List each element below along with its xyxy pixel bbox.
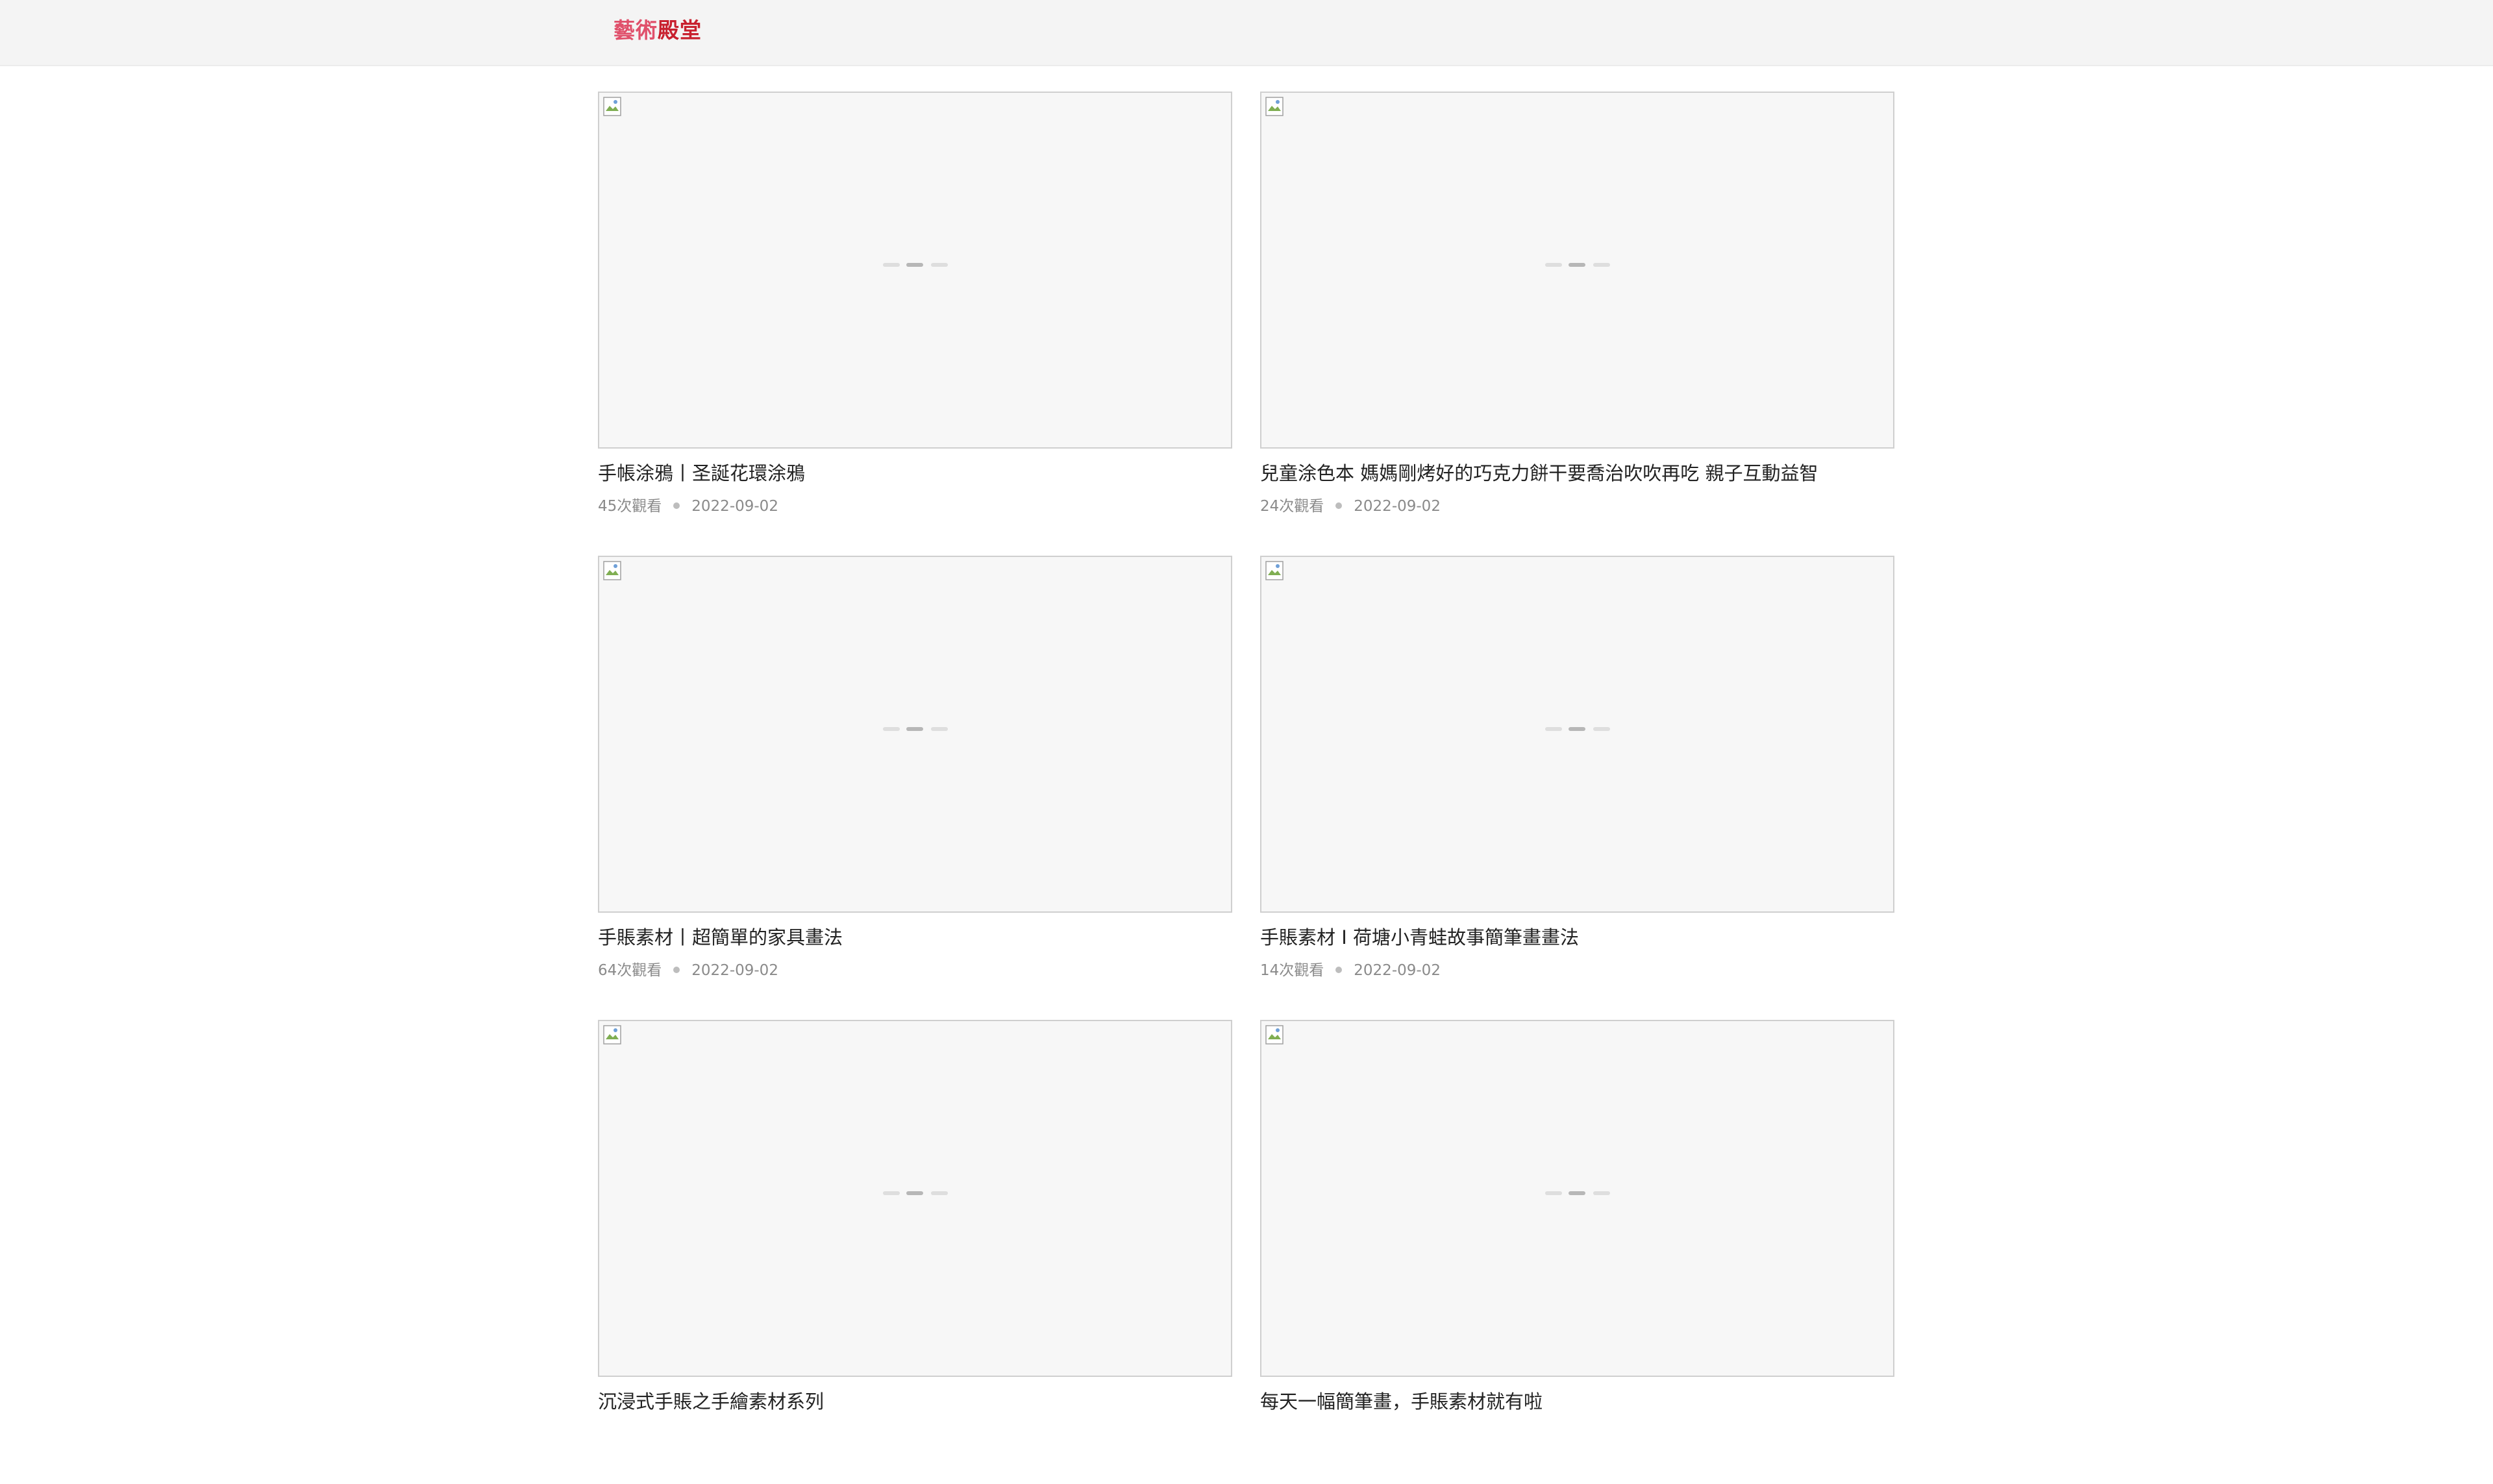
video-card[interactable]: 兒童涂色本 媽媽剛烤好的巧克力餅干要喬治吹吹再吃 親子互動益智 24次觀看 202… — [1260, 92, 1894, 556]
video-title[interactable]: 手賬素材 I 荷塘小青蛙故事簡筆畫畫法 — [1260, 923, 1894, 952]
broken-image-icon — [603, 561, 621, 580]
publish-date: 2022-09-02 — [1354, 498, 1441, 515]
loading-indicator — [883, 1190, 950, 1196]
broken-image-icon — [1265, 97, 1284, 116]
video-thumbnail[interactable] — [1260, 1020, 1894, 1377]
video-thumbnail[interactable] — [1260, 92, 1894, 449]
loading-indicator — [1545, 262, 1613, 268]
video-thumbnail[interactable] — [1260, 556, 1894, 913]
broken-image-icon — [603, 97, 621, 116]
broken-image-icon — [603, 1025, 621, 1045]
view-count: 14次觀看 — [1260, 962, 1324, 979]
video-meta: 64次觀看 2022-09-02 — [598, 960, 778, 981]
video-thumbnail[interactable] — [598, 556, 1232, 913]
video-card[interactable]: 每天一幅簡筆畫，手賬素材就有啦 — [1260, 1020, 1894, 1484]
video-meta: 24次觀看 2022-09-02 — [1260, 496, 1441, 517]
video-card[interactable]: 手帳涂鴉丨圣誕花環涂鴉 45次觀看 2022-09-02 — [598, 92, 1232, 556]
logo-text-part-a: 藝術 — [614, 18, 658, 43]
video-title[interactable]: 手帳涂鴉丨圣誕花環涂鴉 — [598, 459, 1232, 488]
view-count: 64次觀看 — [598, 962, 662, 979]
video-title[interactable]: 每天一幅簡筆畫，手賬素材就有啦 — [1260, 1387, 1894, 1416]
view-count: 24次觀看 — [1260, 498, 1324, 515]
loading-indicator — [1545, 726, 1613, 732]
video-meta: 45次觀看 2022-09-02 — [598, 496, 778, 517]
video-meta: 14次觀看 2022-09-02 — [1260, 960, 1441, 981]
top-bar: 藝術殿堂 — [0, 0, 2493, 66]
video-title[interactable]: 手賬素材丨超簡單的家具畫法 — [598, 923, 1232, 952]
site-logo[interactable]: 藝術殿堂 — [614, 16, 702, 45]
loading-indicator — [1545, 1190, 1613, 1196]
separator-dot — [1335, 502, 1343, 509]
video-card[interactable]: 手賬素材 I 荷塘小青蛙故事簡筆畫畫法 14次觀看 2022-09-02 — [1260, 556, 1894, 1020]
publish-date: 2022-09-02 — [1354, 962, 1441, 979]
video-card[interactable]: 手賬素材丨超簡單的家具畫法 64次觀看 2022-09-02 — [598, 556, 1232, 1020]
video-thumbnail[interactable] — [598, 92, 1232, 449]
video-thumbnail[interactable] — [598, 1020, 1232, 1377]
separator-dot — [1335, 967, 1343, 973]
video-title[interactable]: 沉浸式手賬之手繪素材系列 — [598, 1387, 1232, 1416]
video-title[interactable]: 兒童涂色本 媽媽剛烤好的巧克力餅干要喬治吹吹再吃 親子互動益智 — [1260, 459, 1894, 488]
video-card[interactable]: 沉浸式手賬之手繪素材系列 — [598, 1020, 1232, 1484]
video-grid: 手帳涂鴉丨圣誕花環涂鴉 45次觀看 2022-09-02 兒童涂色本 媽媽剛烤好的… — [598, 92, 1896, 1413]
broken-image-icon — [1265, 561, 1284, 580]
loading-indicator — [883, 726, 950, 732]
logo-text-part-b: 殿堂 — [658, 18, 702, 43]
publish-date: 2022-09-02 — [691, 498, 778, 515]
publish-date: 2022-09-02 — [691, 962, 778, 979]
view-count: 45次觀看 — [598, 498, 662, 515]
loading-indicator — [883, 262, 950, 268]
separator-dot — [673, 502, 680, 509]
broken-image-icon — [1265, 1025, 1284, 1045]
separator-dot — [673, 967, 680, 973]
